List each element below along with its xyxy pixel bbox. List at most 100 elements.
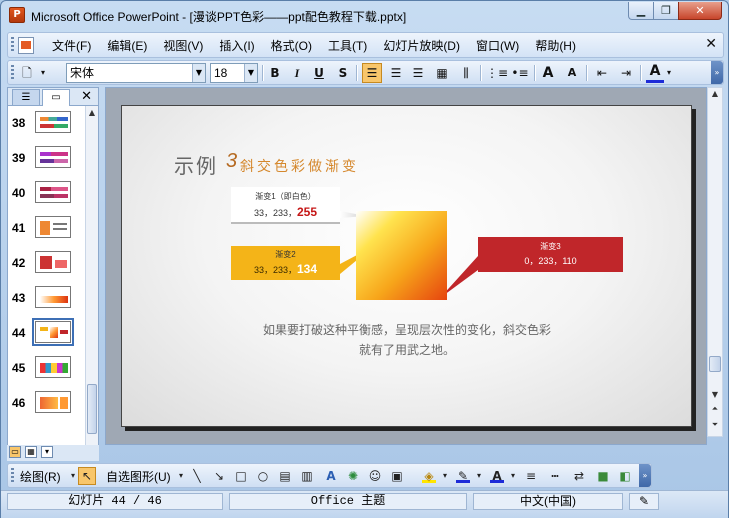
close-document-icon[interactable]: ✕	[705, 36, 717, 52]
fill-color-icon[interactable]: ◈	[422, 469, 436, 483]
toolbar-options-icon[interactable]: ▾	[38, 63, 48, 83]
shrink-font-button[interactable]: A	[562, 63, 582, 83]
wordart-icon[interactable]: A	[324, 469, 338, 483]
slide-sorter-icon[interactable]: ▦	[25, 446, 37, 458]
callout-gradient-2[interactable]: 渐变2 33，233，134	[231, 246, 340, 280]
clipart-icon[interactable]: ☺	[368, 469, 382, 483]
slide-canvas[interactable]: 示例 3 斜交色彩做渐变 渐变1（即白色） 33，233，255 渐变2 33，…	[121, 105, 692, 427]
font-size-select[interactable]: 18 ▼	[210, 63, 258, 83]
vertical-text-icon[interactable]: ⫼	[456, 63, 476, 83]
font-color-button[interactable]: A	[646, 63, 664, 83]
dash-style-icon[interactable]: ┅	[548, 469, 562, 483]
menu-tools[interactable]: 工具(T)	[320, 37, 375, 54]
bullets-icon[interactable]: •≡	[510, 63, 530, 83]
menu-file[interactable]: 文件(F)	[44, 37, 99, 54]
chevron-down-icon[interactable]: ▾	[664, 63, 674, 83]
align-right-icon[interactable]: ☰	[408, 63, 428, 83]
chevron-down-icon[interactable]: ▼	[244, 64, 257, 82]
menu-slideshow[interactable]: 幻灯片放映(D)	[375, 37, 468, 54]
font-name-select[interactable]: 宋体 ▼	[66, 63, 206, 83]
language-status[interactable]: 中文(中国)	[473, 493, 623, 510]
italic-button[interactable]: I	[288, 63, 306, 83]
underline-button[interactable]: U	[310, 63, 328, 83]
new-document-icon[interactable]: 🗋	[18, 63, 36, 83]
next-slide-icon[interactable]: ⏷	[708, 420, 722, 430]
toolbar-grip[interactable]	[11, 65, 14, 81]
menu-help[interactable]: 帮助(H)	[527, 37, 584, 54]
scroll-down-icon[interactable]: ▼	[708, 390, 722, 399]
scroll-thumb[interactable]	[87, 384, 97, 434]
theme-status[interactable]: Office 主题	[229, 493, 467, 510]
menu-window[interactable]: 窗口(W)	[468, 37, 527, 54]
callout-gradient-1[interactable]: 渐变1（即白色） 33，233，255	[231, 187, 340, 224]
menu-view[interactable]: 视图(V)	[155, 37, 211, 54]
bold-button[interactable]: B	[266, 63, 284, 83]
text-shadow-button[interactable]: S	[334, 63, 352, 83]
picture-icon[interactable]: ▣	[390, 469, 404, 483]
vertical-textbox-icon[interactable]: ▥	[300, 469, 314, 483]
distribute-icon[interactable]: ▦	[432, 63, 452, 83]
slide-thumbnail[interactable]: 41	[8, 213, 84, 243]
scroll-thumb[interactable]	[709, 356, 721, 372]
slide-thumbnail[interactable]: 38	[8, 108, 84, 138]
toolbar-overflow-icon[interactable]: »	[639, 464, 651, 487]
slideshow-view-icon[interactable]: ▾	[41, 446, 53, 458]
close-button[interactable]: ✕	[678, 2, 722, 20]
diagram-icon[interactable]: ✺	[346, 469, 360, 483]
slide-scrollbar[interactable]: ▲ ▼ ⏶ ⏷	[707, 87, 723, 437]
toolbar-grip[interactable]	[11, 468, 14, 484]
chevron-down-icon[interactable]: ▼	[192, 64, 205, 82]
textbox-tool-icon[interactable]: ▤	[278, 469, 292, 483]
scroll-up-icon[interactable]: ▲	[86, 108, 98, 117]
thumbnail-scrollbar[interactable]: ▲ ▼	[85, 106, 98, 460]
text-color-icon[interactable]: A	[490, 469, 504, 483]
line-tool-icon[interactable]: ╲	[190, 469, 204, 483]
decrease-indent-icon[interactable]: ⇤	[592, 63, 612, 83]
line-color-icon[interactable]: ✎	[456, 469, 470, 483]
chevron-down-icon[interactable]: ▾	[472, 469, 486, 483]
spelling-check-icon[interactable]: ✎	[629, 493, 659, 510]
scroll-up-icon[interactable]: ▲	[708, 89, 722, 98]
shadow-style-icon[interactable]: ■	[596, 469, 610, 483]
menu-edit[interactable]: 编辑(E)	[99, 37, 155, 54]
draw-menu-button[interactable]: 绘图(R)	[20, 468, 61, 485]
3d-style-icon[interactable]: ◧	[618, 469, 632, 483]
numbering-icon[interactable]: ⋮≡	[486, 63, 508, 83]
slide-thumbnail[interactable]: 46	[8, 388, 84, 418]
toolbar-overflow-icon[interactable]: »	[711, 61, 723, 84]
arrow-style-icon[interactable]: ⇄	[572, 469, 586, 483]
previous-slide-icon[interactable]: ⏶	[708, 404, 722, 414]
slide-thumbnail-selected[interactable]: 44	[8, 318, 84, 348]
slide-thumbnail[interactable]: 40	[8, 178, 84, 208]
chevron-down-icon[interactable]: ▾	[438, 469, 452, 483]
chevron-down-icon[interactable]: ▾	[174, 469, 188, 483]
oval-tool-icon[interactable]: ○	[256, 469, 270, 483]
normal-view-icon[interactable]: ▭	[9, 446, 21, 458]
line-style-icon[interactable]: ≡	[524, 469, 538, 483]
menu-format[interactable]: 格式(O)	[263, 37, 320, 54]
select-pointer-icon[interactable]: ↖	[78, 467, 96, 485]
align-center-icon[interactable]: ☰	[386, 63, 406, 83]
slide-thumbnail[interactable]: 45	[8, 353, 84, 383]
align-left-icon[interactable]: ☰	[362, 63, 382, 83]
powerpoint-app-icon[interactable]: P	[9, 7, 25, 23]
minimize-button[interactable]: ▁	[628, 2, 654, 20]
outline-tab-icon[interactable]: ☰	[12, 89, 40, 105]
title-bar[interactable]: P Microsoft Office PowerPoint - [漫谈PPT色彩…	[1, 1, 728, 31]
increase-indent-icon[interactable]: ⇥	[616, 63, 636, 83]
restore-button[interactable]: ❐	[653, 2, 679, 20]
chevron-down-icon[interactable]: ▾	[506, 469, 520, 483]
gradient-square[interactable]	[356, 211, 447, 300]
callout-gradient-3[interactable]: 渐变3 0，233，110	[478, 237, 623, 272]
grow-font-button[interactable]: A	[538, 63, 558, 83]
close-icon[interactable]: ✕	[81, 89, 92, 104]
slides-tab-icon[interactable]: ▭	[42, 89, 70, 106]
rectangle-tool-icon[interactable]: □	[234, 469, 248, 483]
arrow-tool-icon[interactable]: ↘	[212, 469, 226, 483]
menu-insert[interactable]: 插入(I)	[211, 37, 262, 54]
slide-thumbnail[interactable]: 42	[8, 248, 84, 278]
slide-thumbnail[interactable]: 39	[8, 143, 84, 173]
autoshapes-button[interactable]: 自选图形(U)	[106, 468, 171, 485]
slide-body-text[interactable]: 如果要打破这种平衡感，呈现层次性的变化，斜交色彩 就有了用武之地。	[222, 320, 592, 360]
toolbar-grip[interactable]	[11, 37, 14, 53]
